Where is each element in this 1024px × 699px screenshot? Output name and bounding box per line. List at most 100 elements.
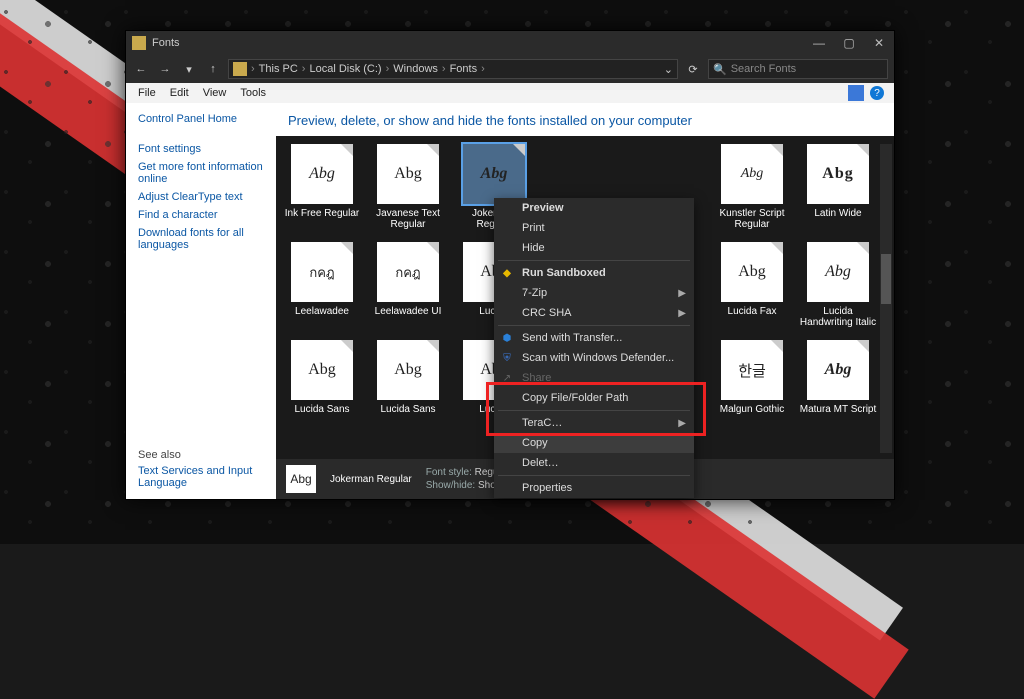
font-thumbnail: 한글 bbox=[721, 340, 783, 400]
scrollbar[interactable] bbox=[880, 144, 892, 453]
menu-item-icon: ⬢ bbox=[500, 331, 514, 345]
font-label: Lucida Fax bbox=[728, 306, 777, 317]
forward-button[interactable]: → bbox=[156, 63, 174, 75]
font-label: Leelawadee UI bbox=[375, 306, 442, 317]
menu-item-icon: ◆ bbox=[500, 266, 514, 280]
context-menu-item[interactable]: Delet… bbox=[494, 453, 694, 473]
font-thumbnail: Abg bbox=[463, 144, 525, 204]
font-thumbnail: Abg bbox=[807, 340, 869, 400]
page-heading: Preview, delete, or show and hide the fo… bbox=[276, 103, 894, 136]
font-item[interactable]: 한글 Malgun Gothic bbox=[712, 340, 792, 432]
menu-item-icon: ⛨ bbox=[500, 351, 514, 365]
breadcrumb[interactable]: › This PC › Local Disk (C:) › Windows › … bbox=[228, 59, 678, 79]
window-title: Fonts bbox=[152, 37, 180, 49]
search-icon: 🔍 bbox=[713, 63, 727, 76]
nav-toolbar: ← → ▾ ↑ › This PC › Local Disk (C:) › Wi… bbox=[126, 55, 894, 83]
menu-view[interactable]: View bbox=[197, 86, 233, 100]
sidebar-link[interactable]: Get more font information online bbox=[138, 161, 264, 185]
up-button[interactable]: ↑ bbox=[204, 63, 222, 75]
sidebar-link[interactable]: Adjust ClearType text bbox=[138, 191, 264, 203]
close-button[interactable]: ✕ bbox=[864, 31, 894, 55]
font-thumbnail: Abg bbox=[807, 242, 869, 302]
font-label: Ink Free Regular bbox=[285, 208, 359, 219]
font-label: Matura MT Script bbox=[800, 404, 877, 415]
fonts-folder-icon bbox=[132, 36, 146, 50]
status-font-name: Jokerman Regular bbox=[330, 474, 412, 485]
maximize-button[interactable]: ▢ bbox=[834, 31, 864, 55]
view-mode-button[interactable] bbox=[848, 85, 864, 101]
breadcrumb-dropdown-icon[interactable]: ⌄ bbox=[664, 63, 673, 76]
titlebar[interactable]: Fonts — ▢ ✕ bbox=[126, 31, 894, 55]
breadcrumb-item[interactable]: Fonts bbox=[450, 63, 478, 75]
submenu-arrow-icon: ▶ bbox=[678, 418, 686, 429]
breadcrumb-item[interactable]: Windows bbox=[393, 63, 438, 75]
sidebar-link[interactable]: Text Services and Input Language bbox=[138, 465, 264, 489]
font-item[interactable]: Abg Latin Wide bbox=[798, 144, 878, 236]
submenu-arrow-icon: ▶ bbox=[678, 308, 686, 319]
context-menu-item[interactable]: Copy bbox=[494, 433, 694, 453]
font-item[interactable]: Abg Lucida Sans bbox=[282, 340, 362, 432]
font-label: Lucida Sans bbox=[380, 404, 435, 415]
see-also-heading: See also bbox=[138, 449, 264, 461]
font-label: Leelawadee bbox=[295, 306, 349, 317]
font-label: Kunstler Script Regular bbox=[712, 208, 792, 230]
help-icon[interactable]: ? bbox=[870, 86, 884, 100]
context-menu: PreviewPrintHide ◆Run Sandboxed7-Zip▶CRC … bbox=[494, 198, 694, 498]
menu-bar: File Edit View Tools bbox=[126, 83, 894, 103]
font-thumbnail: Abg bbox=[291, 340, 353, 400]
search-box[interactable]: 🔍 Search Fonts bbox=[708, 59, 888, 79]
context-menu-item: ↗Share bbox=[494, 368, 694, 388]
search-placeholder: Search Fonts bbox=[731, 63, 796, 75]
context-menu-item[interactable]: ⛨Scan with Windows Defender... bbox=[494, 348, 694, 368]
font-item[interactable]: Abg Lucida Handwriting Italic bbox=[798, 242, 878, 334]
context-menu-item[interactable]: CRC SHA▶ bbox=[494, 303, 694, 323]
fonts-folder-icon bbox=[233, 62, 247, 76]
font-thumbnail: กคฎ bbox=[377, 242, 439, 302]
back-button[interactable]: ← bbox=[132, 63, 150, 75]
menu-edit[interactable]: Edit bbox=[164, 86, 195, 100]
font-label: Lucida Sans bbox=[294, 404, 349, 415]
scrollbar-thumb[interactable] bbox=[881, 254, 891, 304]
font-item[interactable]: Abg Kunstler Script Regular bbox=[712, 144, 792, 236]
font-item[interactable]: Abg Javanese Text Regular bbox=[368, 144, 448, 236]
context-menu-item[interactable]: 7-Zip▶ bbox=[494, 283, 694, 303]
context-menu-item[interactable]: ◆Run Sandboxed bbox=[494, 263, 694, 283]
context-menu-item[interactable]: Properties bbox=[494, 478, 694, 498]
sidebar: Control Panel Home Font settings Get mor… bbox=[126, 103, 276, 499]
breadcrumb-item[interactable]: Local Disk (C:) bbox=[309, 63, 381, 75]
sidebar-link[interactable]: Find a character bbox=[138, 209, 264, 221]
font-thumbnail: Abg bbox=[377, 144, 439, 204]
font-label: Malgun Gothic bbox=[720, 404, 784, 415]
font-item[interactable]: AbgLucida Fax bbox=[712, 242, 792, 334]
sidebar-link[interactable]: Font settings bbox=[138, 143, 264, 155]
control-panel-home-link[interactable]: Control Panel Home bbox=[138, 113, 264, 125]
breadcrumb-item[interactable]: This PC bbox=[259, 63, 298, 75]
refresh-button[interactable]: ⟳ bbox=[684, 63, 702, 76]
font-item[interactable]: กคฎ Leelawadee UI bbox=[368, 242, 448, 334]
context-menu-item[interactable]: ⬢Send with Transfer... bbox=[494, 328, 694, 348]
context-menu-item[interactable]: Print bbox=[494, 218, 694, 238]
font-label: Latin Wide bbox=[814, 208, 861, 219]
font-label: Javanese Text Regular bbox=[368, 208, 448, 230]
font-item[interactable]: กคฎ Leelawadee bbox=[282, 242, 362, 334]
minimize-button[interactable]: — bbox=[804, 31, 834, 55]
menu-tools[interactable]: Tools bbox=[234, 86, 272, 100]
context-menu-item[interactable]: Hide bbox=[494, 238, 694, 258]
font-item[interactable]: Abg Lucida Sans bbox=[368, 340, 448, 432]
font-label: Lucida Handwriting Italic bbox=[798, 306, 878, 328]
submenu-arrow-icon: ▶ bbox=[678, 288, 686, 299]
status-preview-icon: Abg bbox=[286, 465, 316, 493]
font-thumbnail: กคฎ bbox=[291, 242, 353, 302]
context-menu-item[interactable]: Copy File/Folder Path bbox=[494, 388, 694, 408]
menu-file[interactable]: File bbox=[132, 86, 162, 100]
recent-dropdown[interactable]: ▾ bbox=[180, 63, 198, 76]
font-thumbnail: Abg bbox=[377, 340, 439, 400]
font-item[interactable]: Abg Matura MT Script bbox=[798, 340, 878, 432]
font-item[interactable]: AbgInk Free Regular bbox=[282, 144, 362, 236]
menu-item-icon: ↗ bbox=[500, 371, 514, 385]
font-thumbnail: Abg bbox=[721, 144, 783, 204]
sidebar-link[interactable]: Download fonts for all languages bbox=[138, 227, 264, 251]
font-thumbnail: Abg bbox=[807, 144, 869, 204]
context-menu-item[interactable]: TeraC…▶ bbox=[494, 413, 694, 433]
context-menu-item[interactable]: Preview bbox=[494, 198, 694, 218]
